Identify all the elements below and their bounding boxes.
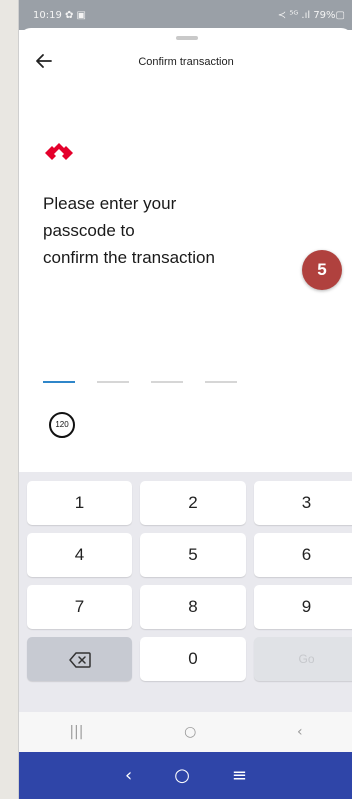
countdown-timer: 120 — [49, 412, 75, 438]
page-title: Confirm transaction — [138, 56, 234, 68]
key-1[interactable]: 1 — [27, 481, 132, 525]
nav-back-icon[interactable]: ‹ — [125, 765, 132, 786]
backspace-icon — [68, 651, 91, 668]
passcode-prompt: Please enter your passcode to confirm th… — [43, 194, 215, 267]
passcode-digit-4 — [205, 381, 237, 383]
recents-icon[interactable]: ||| — [69, 724, 83, 740]
status-bar: 10:19 ✿ ▣ ≺ ⁵ᴳ .ıl 79%▢ — [19, 0, 352, 30]
back-icon[interactable]: ‹ — [297, 724, 303, 740]
delete-key[interactable] — [27, 637, 132, 681]
step-badge: 5 — [302, 250, 342, 290]
key-3[interactable]: 3 — [254, 481, 352, 525]
sheet-drag-handle[interactable] — [176, 36, 198, 40]
key-0[interactable]: 0 — [140, 637, 246, 681]
status-indicators: ≺ ⁵ᴳ .ıl 79%▢ — [277, 9, 345, 21]
passcode-digit-1 — [43, 381, 75, 383]
key-6[interactable]: 6 — [254, 533, 352, 577]
passcode-digit-3 — [151, 381, 183, 383]
go-button[interactable]: Go — [254, 637, 352, 681]
key-9[interactable]: 9 — [254, 585, 352, 629]
nav-home-icon[interactable]: ○ — [174, 765, 190, 786]
bank-logo — [45, 140, 73, 168]
key-5[interactable]: 5 — [140, 533, 246, 577]
key-4[interactable]: 4 — [27, 533, 132, 577]
key-2[interactable]: 2 — [140, 481, 246, 525]
nav-menu-icon[interactable]: ≡ — [232, 765, 247, 786]
key-8[interactable]: 8 — [140, 585, 246, 629]
system-navigation: ||| ○ ‹ — [19, 712, 352, 752]
bottom-navigation-bar: ‹ ○ ≡ — [19, 752, 352, 799]
home-icon[interactable]: ○ — [184, 724, 196, 740]
numeric-keypad: 1 2 3 4 5 6 7 8 9 0 Go — [19, 472, 352, 712]
passcode-digit-2 — [97, 381, 129, 383]
key-7[interactable]: 7 — [27, 585, 132, 629]
phone-screen: 10:19 ✿ ▣ ≺ ⁵ᴳ .ıl 79%▢ Confirm transact… — [18, 0, 352, 799]
status-time: 10:19 ✿ ▣ — [33, 9, 87, 21]
